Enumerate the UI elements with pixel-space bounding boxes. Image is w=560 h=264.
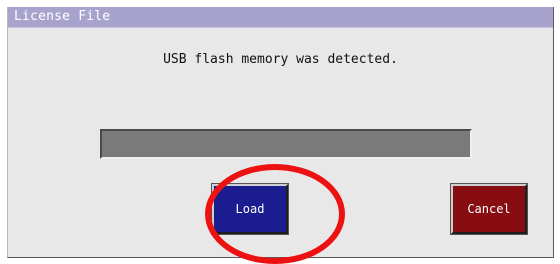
dialog-titlebar: License File — [8, 7, 553, 28]
dialog-title: License File — [14, 9, 111, 24]
status-message: USB flash memory was detected. — [163, 52, 398, 67]
progress-bar — [100, 129, 472, 159]
load-button[interactable]: Load — [211, 183, 289, 235]
cancel-button[interactable]: Cancel — [450, 183, 528, 235]
